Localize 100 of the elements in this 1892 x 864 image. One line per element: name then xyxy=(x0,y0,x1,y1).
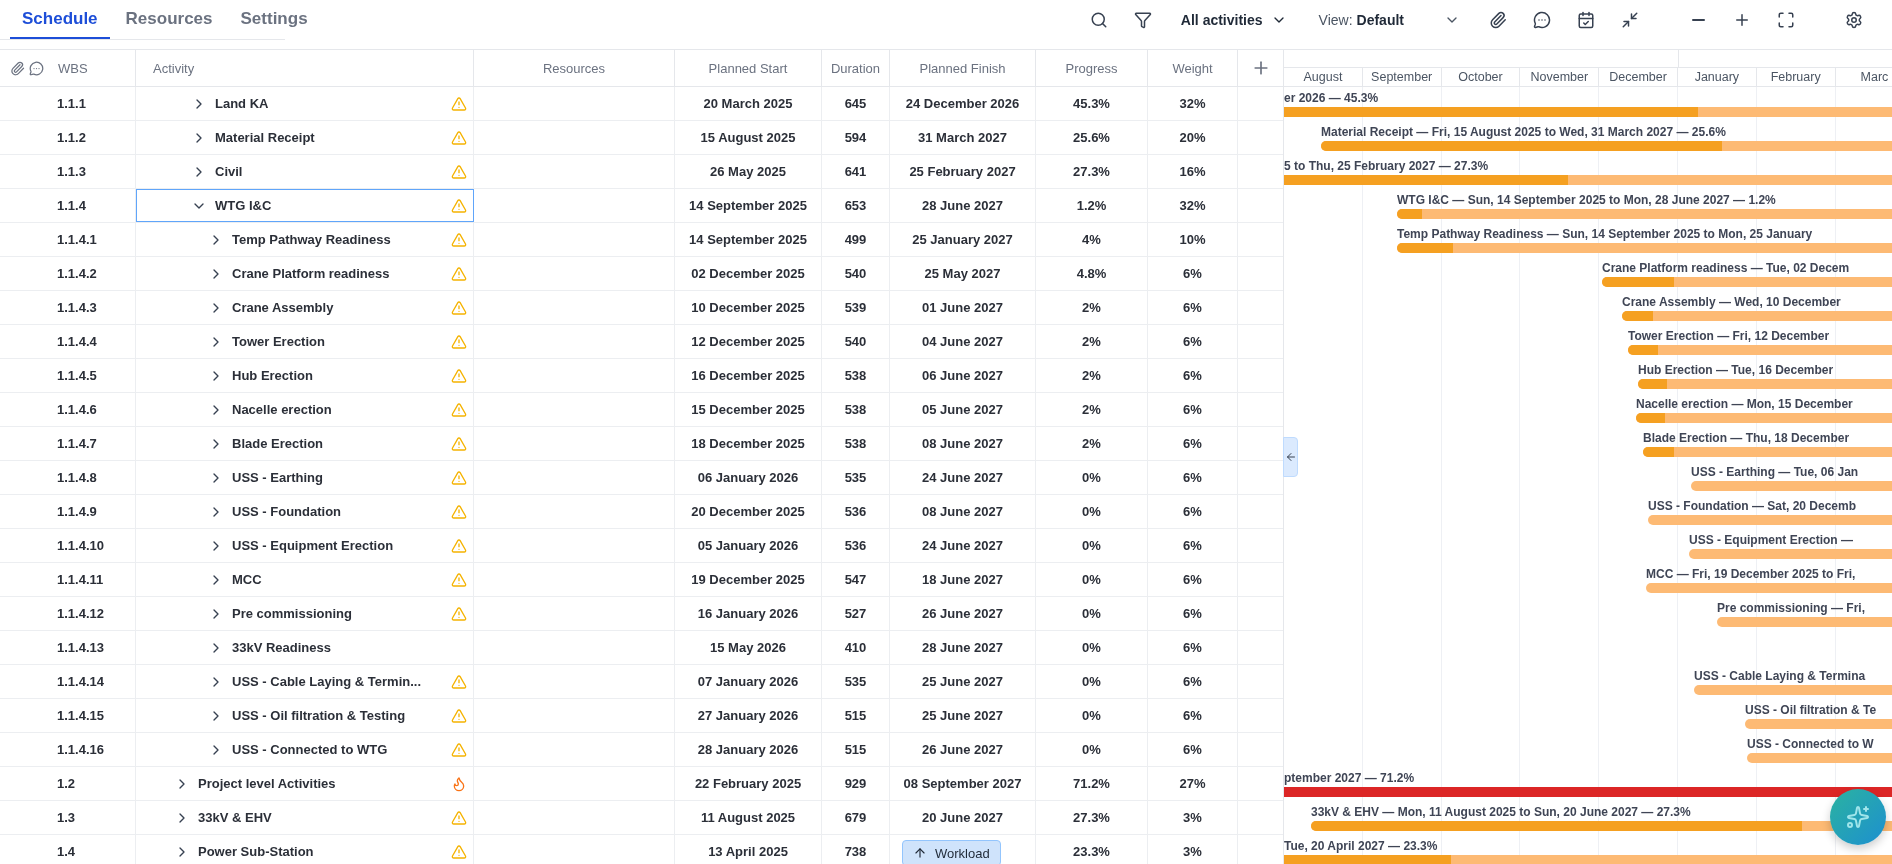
activity-cell[interactable]: USS - Earthing xyxy=(136,461,474,494)
activity-cell[interactable]: Project level Activities xyxy=(136,767,474,800)
activity-name: WTG I&C xyxy=(215,198,273,213)
table-cell: 538 xyxy=(844,436,867,451)
activity-name: USS - Foundation xyxy=(232,504,343,519)
table-cell: 1.4 xyxy=(57,844,76,859)
table-cell: 1.2% xyxy=(1076,198,1107,213)
table-cell: 26 May 2025 xyxy=(710,164,786,179)
bar-label: Nacelle erection — Mon, 15 December xyxy=(1636,397,1853,411)
table-cell: 929 xyxy=(844,776,867,791)
table-cell: 1.1.4 xyxy=(57,198,86,213)
activity-cell[interactable]: Crane Assembly xyxy=(136,291,474,324)
bar-label: Crane Assembly — Wed, 10 December xyxy=(1622,295,1841,309)
table-cell: 15 August 2025 xyxy=(700,130,796,145)
activity-cell[interactable]: Power Sub-Station xyxy=(136,835,474,864)
table-cell: 547 xyxy=(844,572,867,587)
activity-cell[interactable]: Land KA xyxy=(136,87,474,120)
table-cell: 6% xyxy=(1183,708,1202,723)
column-header: Resources xyxy=(542,60,606,76)
table-cell: 6% xyxy=(1183,640,1202,655)
activity-cell[interactable]: Civil xyxy=(136,155,474,188)
table-cell: 1.1.3 xyxy=(57,164,86,179)
table-cell: 410 xyxy=(844,640,867,655)
activity-cell[interactable]: Hub Erection xyxy=(136,359,474,392)
activity-cell[interactable]: 33kV & EHV xyxy=(136,801,474,834)
table-cell: 6% xyxy=(1183,606,1202,621)
table-cell: 653 xyxy=(844,198,867,213)
activity-name: Material Receipt xyxy=(215,130,316,145)
table-cell: 738 xyxy=(844,844,867,859)
table-cell: 6% xyxy=(1183,436,1202,451)
table-cell: 25 June 2027 xyxy=(922,708,1003,723)
activity-name: Nacelle erection xyxy=(232,402,333,417)
column-header: Progress xyxy=(1065,60,1118,76)
table-cell: 539 xyxy=(844,300,867,315)
table-cell: 1.3 xyxy=(57,810,76,825)
month-label: December xyxy=(1599,68,1678,86)
bar-label: USS - Cable Laying & Termina xyxy=(1694,669,1866,683)
table-cell: 6% xyxy=(1183,368,1202,383)
table-cell: 1.1.4.5 xyxy=(57,368,97,383)
activity-cell[interactable]: USS - Equipment Erection xyxy=(136,529,474,562)
tab[interactable]: Resources xyxy=(113,0,225,39)
view-dropdown[interactable]: View: Default xyxy=(1316,10,1462,30)
table-cell: 1.1.4.11 xyxy=(57,572,104,587)
table-cell: 538 xyxy=(844,402,867,417)
activity-cell[interactable]: Blade Erection xyxy=(136,427,474,460)
table-cell: 1.1.4.2 xyxy=(57,266,97,281)
activity-cell[interactable]: 33kV Readiness xyxy=(136,631,474,664)
table-cell: 20% xyxy=(1179,130,1206,145)
tab[interactable]: Settings xyxy=(228,0,320,39)
table-cell: 23.3% xyxy=(1073,844,1110,859)
activity-name: USS - Oil filtration & Testing xyxy=(232,708,407,723)
table-cell: 0% xyxy=(1082,640,1101,655)
table-cell: 15 May 2026 xyxy=(710,640,786,655)
activity-cell[interactable]: MCC xyxy=(136,563,474,596)
month-label: September xyxy=(1362,68,1442,86)
table-cell: 515 xyxy=(844,742,867,757)
table-cell: 6% xyxy=(1183,470,1202,485)
table-cell: 1.1.4.10 xyxy=(57,538,104,553)
table-cell: 0% xyxy=(1082,538,1101,553)
table-cell: 4% xyxy=(1082,232,1101,247)
table-cell: 538 xyxy=(844,368,867,383)
tab[interactable]: Schedule xyxy=(10,0,110,39)
table-cell: 641 xyxy=(844,164,867,179)
table-cell: 540 xyxy=(844,334,867,349)
activity-name: 33kV Readiness xyxy=(232,640,332,655)
activity-filter-dropdown[interactable]: All activities xyxy=(1178,10,1289,30)
table-cell: 10 December 2025 xyxy=(691,300,805,315)
table-cell: 02 December 2025 xyxy=(691,266,805,281)
activity-cell[interactable]: USS - Cable Laying & Termin... xyxy=(136,665,474,698)
table-cell: 11 August 2025 xyxy=(700,810,796,825)
table-cell: 2% xyxy=(1082,436,1101,451)
activity-cell[interactable]: Tower Erection xyxy=(136,325,474,358)
activity-cell[interactable]: WTG I&C xyxy=(136,189,474,222)
activity-cell[interactable]: USS - Connected to WTG xyxy=(136,733,474,766)
table-cell: 0% xyxy=(1082,708,1101,723)
activity-cell[interactable]: USS - Oil filtration & Testing xyxy=(136,699,474,732)
table-cell: 0% xyxy=(1082,572,1101,587)
table-cell: 1.1.4.1 xyxy=(57,232,97,247)
table-cell: 0% xyxy=(1082,606,1101,621)
month-label: August xyxy=(1284,68,1363,86)
activity-cell[interactable]: Crane Platform readiness xyxy=(136,257,474,290)
activity-cell[interactable]: USS - Foundation xyxy=(136,495,474,528)
table-cell: 26 June 2027 xyxy=(922,606,1003,621)
table-cell: 05 January 2026 xyxy=(697,538,799,553)
table-cell: 1.1.4.4 xyxy=(57,334,97,349)
table-cell: 0% xyxy=(1082,470,1101,485)
table-cell: 6% xyxy=(1183,742,1202,757)
table-cell: 26 June 2027 xyxy=(922,742,1003,757)
table-cell: 20 June 2027 xyxy=(922,810,1003,825)
activity-cell[interactable]: Nacelle erection xyxy=(136,393,474,426)
table-cell: 25 February 2027 xyxy=(909,164,1016,179)
table-cell: 536 xyxy=(844,538,867,553)
table-cell: 15 December 2025 xyxy=(691,402,805,417)
table-cell: 499 xyxy=(844,232,867,247)
activity-cell[interactable]: Pre commissioning xyxy=(136,597,474,630)
bar-label: 5 to Thu, 25 February 2027 — 27.3% xyxy=(1284,159,1489,173)
activity-cell[interactable]: Temp Pathway Readiness xyxy=(136,223,474,256)
bar-label: USS - Connected to W xyxy=(1747,737,1874,751)
activity-cell[interactable]: Material Receipt xyxy=(136,121,474,154)
workload-button[interactable]: Workload xyxy=(902,840,1001,864)
